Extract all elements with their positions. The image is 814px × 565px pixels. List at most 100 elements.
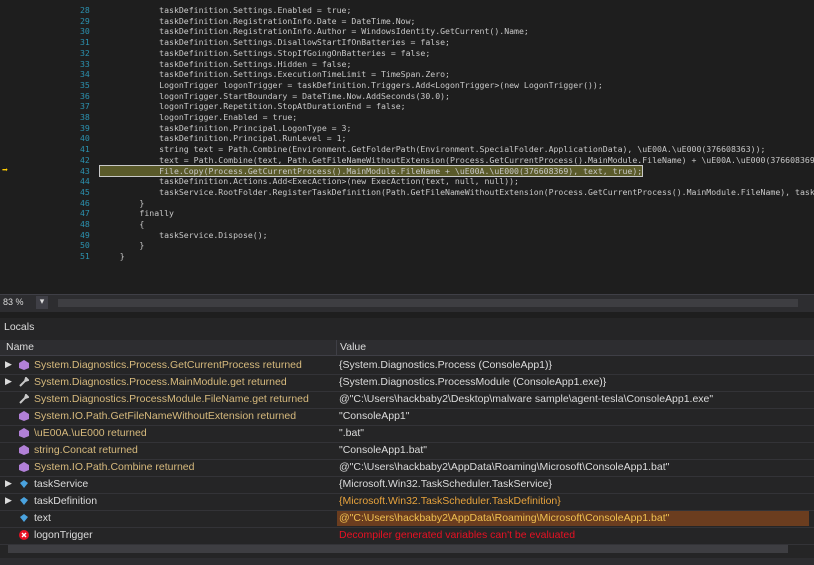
local-name: \uE00A.\uE000 returned [34,427,147,439]
zoom-dropdown-button[interactable]: ▾ [36,296,48,309]
local-value[interactable]: "ConsoleApp1" [337,409,410,424]
wrench-icon [19,376,30,387]
line-number: 30 [80,26,90,37]
wrench-icon [19,393,30,404]
column-header-value[interactable]: Value [340,341,366,353]
line-number: 36 [80,90,90,101]
local-name: string.Concat returned [34,444,138,456]
code-line[interactable]: 36 logonTrigger.StartBoundary = DateTime… [0,91,814,102]
locals-title: Locals [4,321,35,333]
line-number: 44 [80,176,90,187]
expand-arrow-icon[interactable]: ▶ [5,359,12,370]
code-text: finally [100,208,174,219]
code-line[interactable]: 35 LogonTrigger logonTrigger = taskDefin… [0,80,814,91]
local-value[interactable]: @"C:\Users\hackbaby2\Desktop\malware sam… [337,392,713,407]
code-editor[interactable]: 28 taskDefinition.Settings.Enabled = tru… [0,0,814,294]
code-line[interactable]: 44 taskDefinition.Actions.Add<ExecAction… [0,176,814,187]
local-value[interactable]: ".bat" [337,426,364,441]
code-line[interactable]: 40 taskDefinition.Principal.RunLevel = 1… [0,133,814,144]
code-text: taskDefinition.Principal.LogonType = 3; [100,122,352,133]
code-line[interactable]: 41 string text = Path.Combine(Environmen… [0,144,814,155]
local-name: System.Diagnostics.Process.MainModule.ge… [34,376,287,388]
locals-row[interactable]: System.IO.Path.GetFileNameWithoutExtensi… [0,408,814,426]
line-number: 45 [80,186,90,197]
code-text: taskDefinition.RegistrationInfo.Author =… [100,26,529,37]
code-line[interactable]: 42 text = Path.Combine(text, Path.GetFil… [0,155,814,166]
code-line[interactable]: ➡ 43 File.Copy(Process.GetCurrentProcess(… [0,164,814,178]
code-line[interactable]: 29 taskDefinition.RegistrationInfo.Date … [0,16,814,27]
locals-horizontal-scrollbar[interactable] [8,545,788,553]
local-value[interactable]: "ConsoleApp1.bat" [337,443,427,458]
local-value[interactable]: {Microsoft.Win32.TaskScheduler.TaskServi… [337,477,552,492]
code-line[interactable]: 33 taskDefinition.Settings.Hidden = fals… [0,59,814,70]
locals-header: Name Value [0,340,814,356]
code-line[interactable]: 31 taskDefinition.Settings.DisallowStart… [0,37,814,48]
line-number: 33 [80,58,90,69]
line-number: 41 [80,144,90,155]
code-line[interactable]: 39 taskDefinition.Principal.LogonType = … [0,123,814,134]
line-number: 50 [80,240,90,251]
local-value[interactable]: @"C:\Users\hackbaby2\AppData\Roaming\Mic… [337,460,669,475]
line-number: 40 [80,133,90,144]
code-text: taskDefinition.Principal.RunLevel = 1; [100,133,347,144]
code-line[interactable]: 28 taskDefinition.Settings.Enabled = tru… [0,5,814,16]
code-line[interactable]: 30 taskDefinition.RegistrationInfo.Autho… [0,26,814,37]
local-name: taskDefinition [34,495,98,507]
zoom-level: 83 % [3,297,24,307]
code-line[interactable]: 32 taskDefinition.Settings.StopIfGoingOn… [0,48,814,59]
locals-row[interactable]: System.IO.Path.Combine returned @"C:\User… [0,459,814,477]
method-icon [19,445,29,455]
code-text: } [100,240,145,251]
code-line[interactable]: 45 taskService.RootFolder.RegisterTaskDe… [0,187,814,198]
column-divider[interactable] [336,340,337,355]
line-number: 28 [80,5,90,15]
line-number: 39 [80,122,90,133]
code-line[interactable]: 34 taskDefinition.Settings.ExecutionTime… [0,69,814,80]
line-number: 47 [80,208,90,219]
method-icon [19,360,29,370]
locals-row[interactable]: ▶ System.Diagnostics.Process.MainModule.g… [0,374,814,392]
locals-row[interactable]: \uE00A.\uE000 returned ".bat" [0,425,814,443]
locals-row[interactable]: System.Diagnostics.ProcessModule.FileNam… [0,391,814,409]
local-name: System.IO.Path.GetFileNameWithoutExtensi… [34,410,297,422]
local-value[interactable]: @"C:\Users\hackbaby2\AppData\Roaming\Mic… [337,511,809,526]
expand-arrow-icon[interactable]: ▶ [5,478,12,489]
local-value[interactable]: Decompiler generated variables can't be … [337,528,575,543]
line-number: 51 [80,251,90,262]
variable-icon [19,479,29,489]
code-text: taskDefinition.Settings.ExecutionTimeLim… [100,69,450,80]
horizontal-scrollbar[interactable] [58,299,798,307]
code-line[interactable]: 37 logonTrigger.Repetition.StopAtDuratio… [0,101,814,112]
code-line[interactable]: 50 } [0,240,814,251]
method-icon [19,411,29,421]
local-value[interactable]: {System.Diagnostics.Process (ConsoleApp1… [337,358,552,373]
column-header-name[interactable]: Name [6,341,34,353]
locals-row[interactable]: ▶ taskService {Microsoft.Win32.TaskSchedul… [0,476,814,494]
locals-row[interactable]: string.Concat returned "ConsoleApp1.bat" [0,442,814,460]
line-number: 48 [80,219,90,229]
local-value[interactable]: {System.Diagnostics.ProcessModule (Conso… [337,375,606,390]
code-line[interactable]: 47 finally [0,208,814,219]
line-number: 34 [80,69,90,80]
code-line[interactable]: 38 logonTrigger.Enabled = true; [0,112,814,123]
local-name: logonTrigger [34,529,93,541]
code-text: string text = Path.Combine(Environment.G… [100,144,766,155]
locals-row[interactable]: text @"C:\Users\hackbaby2\AppData\Roaming… [0,510,814,528]
current-statement-arrow-icon: ➡ [2,164,9,176]
locals-row[interactable]: ▶ System.Diagnostics.Process.GetCurrentPr… [0,357,814,375]
code-text: text = Path.Combine(text, Path.GetFileNa… [100,154,814,165]
line-number: 46 [80,197,90,208]
code-text: taskDefinition.Settings.StopIfGoingOnBat… [100,47,431,58]
code-line[interactable]: 46 } [0,198,814,209]
expand-arrow-icon[interactable]: ▶ [5,376,12,387]
method-icon [19,462,29,472]
line-number: 29 [80,15,90,26]
code-line[interactable]: 51 } [0,251,814,262]
locals-row[interactable]: ▶ taskDefinition {Microsoft.Win32.TaskSche… [0,493,814,511]
code-line[interactable]: 49 taskService.Dispose(); [0,230,814,241]
locals-row[interactable]: logonTrigger Decompiler generated variabl… [0,527,814,545]
local-value[interactable]: {Microsoft.Win32.TaskScheduler.TaskDefin… [337,494,561,509]
expand-arrow-icon[interactable]: ▶ [5,495,12,506]
code-line[interactable]: 48 { [0,219,814,230]
editor-status-bar: 83 % ▾ [0,294,814,312]
